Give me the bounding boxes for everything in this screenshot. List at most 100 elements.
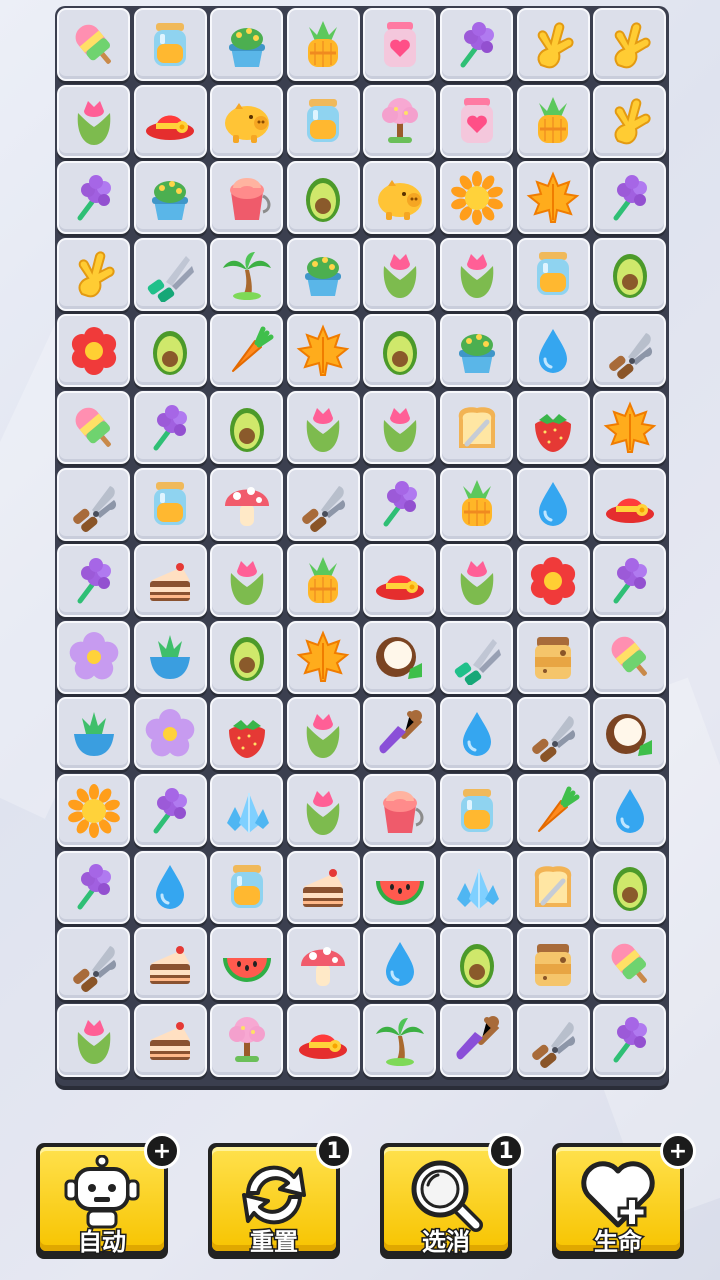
tile-tulip[interactable] <box>363 237 437 311</box>
tile-coconut[interactable] <box>363 620 437 694</box>
tile-lavender[interactable] <box>57 850 130 924</box>
tile-water-drop[interactable] <box>593 774 667 847</box>
tile-cherry-tree[interactable] <box>363 84 437 158</box>
tile-lavender[interactable] <box>593 161 667 235</box>
tile-sunflower[interactable] <box>57 774 130 847</box>
tile-gold-pig[interactable] <box>363 161 437 235</box>
tile-cake[interactable] <box>133 544 207 618</box>
tile-red-hat[interactable] <box>286 1003 360 1077</box>
tile-tulip[interactable] <box>286 391 360 464</box>
tile-avocado[interactable] <box>440 927 513 1001</box>
tile-coconut[interactable] <box>593 697 667 771</box>
tile-palm-tree[interactable] <box>363 1003 437 1077</box>
tile-red-hat[interactable] <box>133 84 207 158</box>
tile-maple-leaf[interactable] <box>516 161 590 235</box>
tile-water-drop[interactable] <box>516 314 590 388</box>
tile-watermelon[interactable] <box>210 927 284 1001</box>
tile-tulip[interactable] <box>286 774 360 847</box>
select-remove-button[interactable]: 选消 1 <box>380 1133 524 1259</box>
tile-water-drop[interactable] <box>516 467 590 541</box>
tile-popsicle[interactable] <box>593 927 667 1001</box>
tile-tulip[interactable] <box>440 544 513 618</box>
tile-avocado[interactable] <box>286 161 360 235</box>
tile-toast[interactable] <box>440 391 513 464</box>
tile-shears[interactable] <box>133 237 207 311</box>
reset-button[interactable]: 重置 1 <box>208 1133 352 1259</box>
tile-water-drop[interactable] <box>133 850 207 924</box>
tile-popsicle[interactable] <box>57 8 130 81</box>
tile-lavender[interactable] <box>57 544 130 618</box>
tile-carrot[interactable] <box>210 314 284 388</box>
tile-paint-bucket[interactable] <box>363 774 437 847</box>
tile-toast[interactable] <box>516 850 590 924</box>
tile-water-drop[interactable] <box>363 927 437 1001</box>
tile-shovel[interactable] <box>440 1003 513 1077</box>
tile-ginger[interactable] <box>593 8 667 81</box>
tile-ginger[interactable] <box>57 237 130 311</box>
tile-avocado[interactable] <box>363 314 437 388</box>
tile-lavender[interactable] <box>133 774 207 847</box>
tile-lavender[interactable] <box>593 544 667 618</box>
tile-lavender[interactable] <box>57 161 130 235</box>
tile-cake[interactable] <box>133 927 207 1001</box>
tile-avocado[interactable] <box>210 620 284 694</box>
tile-red-flower[interactable] <box>57 314 130 388</box>
tile-lavender[interactable] <box>133 391 207 464</box>
tile-shears[interactable] <box>440 620 513 694</box>
tile-avocado[interactable] <box>133 314 207 388</box>
tile-jar[interactable] <box>286 84 360 158</box>
tile-avocado[interactable] <box>210 391 284 464</box>
tile-plant-bowl[interactable] <box>57 697 130 771</box>
tile-red-hat[interactable] <box>593 467 667 541</box>
tile-strawberry[interactable] <box>516 391 590 464</box>
tile-jar[interactable] <box>133 467 207 541</box>
tile-maple-leaf[interactable] <box>593 391 667 464</box>
tile-pineapple[interactable] <box>516 84 590 158</box>
tile-crystal[interactable] <box>210 774 284 847</box>
tile-jar[interactable] <box>440 774 513 847</box>
tile-lavender[interactable] <box>593 1003 667 1077</box>
tile-pineapple[interactable] <box>440 467 513 541</box>
life-button[interactable]: 生命 + <box>552 1133 696 1259</box>
tile-avocado[interactable] <box>593 237 667 311</box>
tile-pineapple[interactable] <box>286 544 360 618</box>
tile-pruners[interactable] <box>516 1003 590 1077</box>
tile-paint-bucket[interactable] <box>210 161 284 235</box>
tile-tulip[interactable] <box>57 84 130 158</box>
tile-water-drop[interactable] <box>440 697 513 771</box>
tile-jar[interactable] <box>210 850 284 924</box>
tile-palm-tree[interactable] <box>210 237 284 311</box>
tile-tulip[interactable] <box>440 237 513 311</box>
tile-ginger[interactable] <box>516 8 590 81</box>
tile-mushroom[interactable] <box>286 927 360 1001</box>
tile-jar[interactable] <box>516 237 590 311</box>
tile-popsicle[interactable] <box>57 391 130 464</box>
tile-pruners[interactable] <box>593 314 667 388</box>
tile-violet-flower[interactable] <box>133 697 207 771</box>
tile-pineapple[interactable] <box>286 8 360 81</box>
tile-red-flower[interactable] <box>516 544 590 618</box>
tile-sunflower[interactable] <box>440 161 513 235</box>
tile-lavender[interactable] <box>363 467 437 541</box>
tile-shovel[interactable] <box>363 697 437 771</box>
tile-pruners[interactable] <box>516 697 590 771</box>
tile-cactus-pot[interactable] <box>440 314 513 388</box>
tile-honey-jar[interactable] <box>516 620 590 694</box>
tile-cake[interactable] <box>133 1003 207 1077</box>
tile-violet-flower[interactable] <box>57 620 130 694</box>
tile-love-jar[interactable] <box>363 8 437 81</box>
tile-watermelon[interactable] <box>363 850 437 924</box>
tile-carrot[interactable] <box>516 774 590 847</box>
tile-strawberry[interactable] <box>210 697 284 771</box>
tile-cactus-pot[interactable] <box>210 8 284 81</box>
tile-maple-leaf[interactable] <box>286 620 360 694</box>
tile-ginger[interactable] <box>593 84 667 158</box>
tile-pruners[interactable] <box>57 467 130 541</box>
tile-tulip[interactable] <box>363 391 437 464</box>
tile-red-hat[interactable] <box>363 544 437 618</box>
tile-honey-jar[interactable] <box>516 927 590 1001</box>
tile-plant-bowl[interactable] <box>133 620 207 694</box>
tile-lavender[interactable] <box>440 8 513 81</box>
tile-tulip[interactable] <box>57 1003 130 1077</box>
tile-pruners[interactable] <box>57 927 130 1001</box>
